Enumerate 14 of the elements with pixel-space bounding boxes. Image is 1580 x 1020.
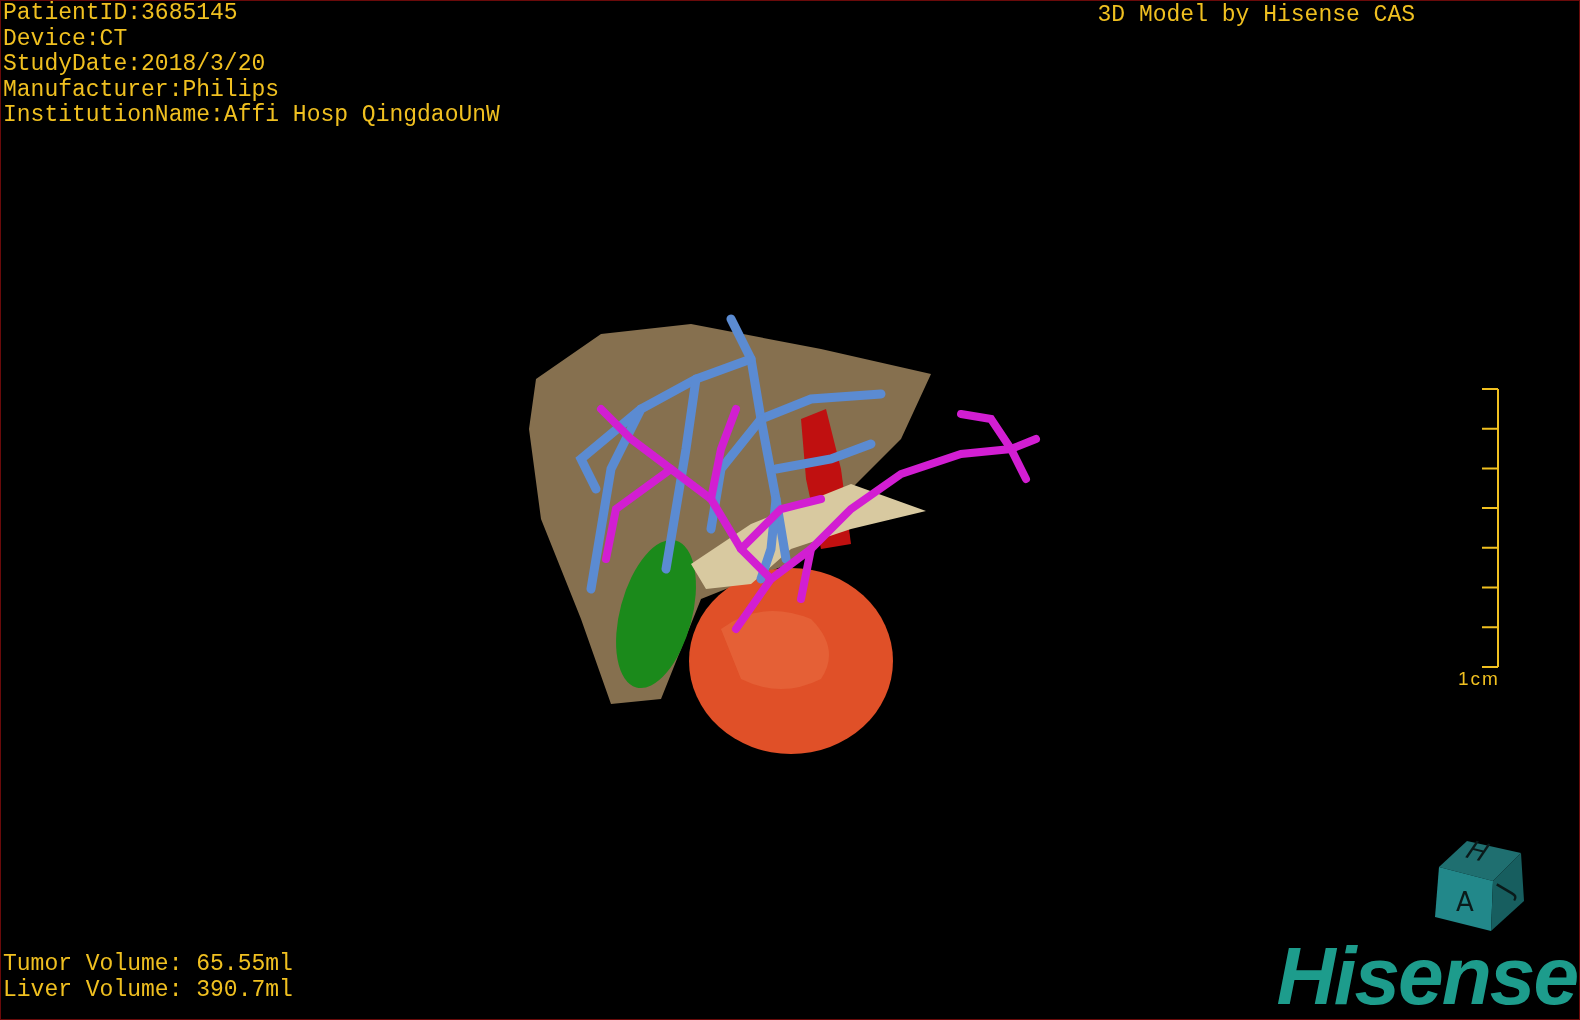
scale-label: 1cm [1458,667,1500,690]
volume-text: Tumor Volume: 65.55ml [3,952,293,978]
volume-text: Liver Volume: 390.7ml [3,977,293,1003]
patient-info-text: Device:CT [3,26,129,52]
cube-face-label: A [1456,887,1474,917]
cube-face-label: H [1459,839,1497,867]
patient-info-text: StudyDate:2018/3/20 [3,52,267,78]
patient-info-text: Manufacturer:Philips [3,77,281,103]
patient-info-text: PatientID:3685145 [3,1,239,27]
cube-face-label: J [1490,878,1521,901]
viewer-title: 3D Model by Hisense CAS [1097,1,1416,30]
patient-info-text: InstitutionName:Affi Hosp QingdaoUnW [3,103,500,129]
brand-logo: Hisense [1276,939,1578,1013]
orientation-cube[interactable]: H A J [1431,839,1527,933]
